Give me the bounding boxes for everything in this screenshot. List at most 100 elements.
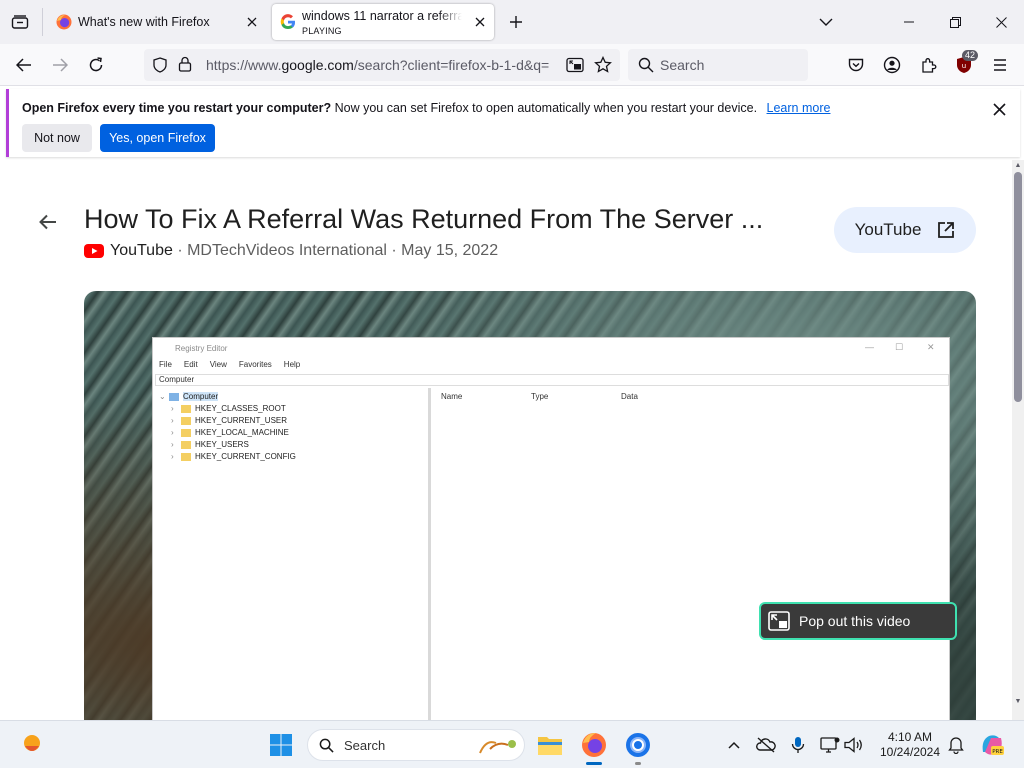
regedit-menu-item: Help <box>283 360 301 369</box>
regedit-minimize-icon: — <box>865 342 874 352</box>
regedit-key: › HKEY_CURRENT_CONFIG <box>171 452 296 461</box>
video-title[interactable]: How To Fix A Referral Was Returned From … <box>84 204 763 235</box>
video-channel: MDTechVideos International <box>187 242 387 259</box>
windows-taskbar: Search 4:10 AM 10/24/2024 PRE <box>0 720 1024 768</box>
navigation-toolbar: https://www.google.com/search?client=fir… <box>0 44 1024 86</box>
regedit-column-header: Type <box>531 392 549 401</box>
regedit-column-header: Data <box>621 392 638 401</box>
start-button[interactable] <box>267 731 295 759</box>
tab-title: windows 11 narrator a referral was <box>302 9 462 23</box>
tab-separator <box>42 8 43 36</box>
google-icon <box>280 14 296 30</box>
microphone-icon[interactable] <box>784 731 812 759</box>
chrome-running-indicator <box>635 762 641 765</box>
regedit-menu-item: Favorites <box>238 360 272 369</box>
reload-button[interactable] <box>81 50 111 80</box>
pop-out-video-button[interactable]: Pop out this video <box>759 602 957 640</box>
chevron-down-icon[interactable] <box>812 8 840 36</box>
regedit-close-icon: ✕ <box>927 342 935 352</box>
chevron-up-icon[interactable] <box>720 731 748 759</box>
taskbar-clock[interactable]: 4:10 AM 10/24/2024 <box>868 730 952 760</box>
tab-google-search[interactable]: windows 11 narrator a referral was PLAYI… <box>272 4 494 40</box>
firefox-taskbar-icon[interactable] <box>580 731 608 759</box>
file-explorer-icon[interactable] <box>536 731 564 759</box>
pop-out-label: Pop out this video <box>799 613 911 629</box>
not-now-button[interactable]: Not now <box>22 124 92 152</box>
close-icon[interactable] <box>989 99 1009 119</box>
svg-text:u: u <box>962 62 966 70</box>
shield-icon[interactable] <box>152 57 168 78</box>
notification-text: Now you can set Firefox to open automati… <box>334 101 758 115</box>
account-icon[interactable] <box>877 50 907 80</box>
minimize-button[interactable] <box>886 0 932 44</box>
back-button[interactable] <box>9 50 39 80</box>
video-player[interactable]: Registry Editor — ☐ ✕ File Edit View Fav… <box>84 291 976 720</box>
page-scrollbar[interactable]: ▲ ▼ <box>1012 160 1024 720</box>
video-date: May 15, 2022 <box>401 242 499 259</box>
close-icon[interactable] <box>244 14 260 30</box>
regedit-key: › HKEY_CLASSES_ROOT <box>171 404 286 413</box>
video-meta: YouTube · MDTechVideos International · M… <box>84 242 498 260</box>
scroll-down-arrow-icon[interactable]: ▼ <box>1014 698 1022 706</box>
playing-label: PLAYING <box>302 26 342 36</box>
forward-button[interactable] <box>45 50 75 80</box>
new-tab-button[interactable] <box>502 8 530 36</box>
regedit-key: › HKEY_LOCAL_MACHINE <box>171 428 289 437</box>
app-menu-icon[interactable] <box>985 50 1015 80</box>
pocket-icon[interactable] <box>841 50 871 80</box>
meta-separator: · <box>172 242 188 259</box>
regedit-tree: ⌄ Computer › HKEY_CLASSES_ROOT › HKEY_CURRE… <box>155 388 431 720</box>
copilot-icon[interactable]: PRE <box>978 731 1006 759</box>
regedit-menu-item: Edit <box>183 360 198 369</box>
regedit-root-node: ⌄ Computer <box>159 392 219 401</box>
youtube-logo-icon <box>84 244 104 258</box>
lock-icon[interactable] <box>178 56 192 77</box>
weather-widget-icon[interactable] <box>18 731 46 759</box>
scroll-up-arrow-icon[interactable]: ▲ <box>1014 162 1022 170</box>
tab-overview-icon[interactable] <box>6 8 34 36</box>
extension-badge: 42 <box>962 50 979 61</box>
regedit-title: Registry Editor <box>175 344 228 353</box>
regedit-column-header: Name <box>441 392 463 401</box>
yes-open-firefox-button[interactable]: Yes, open Firefox <box>100 124 215 152</box>
back-arrow-icon[interactable] <box>34 208 62 236</box>
chrome-taskbar-icon[interactable] <box>624 731 652 759</box>
taskbar-search[interactable]: Search <box>307 729 525 761</box>
close-window-button[interactable] <box>978 0 1024 44</box>
learn-more-link[interactable]: Learn more <box>767 101 831 115</box>
tab-whats-new[interactable]: What's new with Firefox <box>48 4 266 40</box>
address-bar[interactable]: https://www.google.com/search?client=fir… <box>144 49 620 81</box>
open-youtube-button[interactable]: YouTube <box>834 207 976 253</box>
svg-text:PRE: PRE <box>992 749 1003 755</box>
close-icon[interactable] <box>472 14 488 30</box>
volume-icon[interactable] <box>840 731 868 759</box>
meta-separator: · <box>386 242 402 259</box>
regedit-key: › HKEY_USERS <box>171 440 249 449</box>
search-placeholder: Search <box>660 57 705 73</box>
regedit-menu-item: View <box>209 360 227 369</box>
clock-date: 10/24/2024 <box>879 745 941 759</box>
url-text[interactable]: https://www.google.com/search?client=fir… <box>206 57 556 73</box>
regedit-maximize-icon: ☐ <box>895 342 904 352</box>
tab-title: What's new with Firefox <box>78 15 210 29</box>
search-highlight-icon <box>476 735 520 762</box>
external-link-icon <box>938 222 955 238</box>
scrollbar-thumb[interactable] <box>1014 172 1022 402</box>
regedit-key: › HKEY_CURRENT_USER <box>171 416 288 425</box>
firefox-active-indicator <box>586 762 602 765</box>
extensions-icon[interactable] <box>913 50 943 80</box>
taskbar-search-label: Search <box>344 738 386 753</box>
restore-button[interactable] <box>932 0 978 44</box>
bookmark-star-icon[interactable] <box>594 55 612 79</box>
open-youtube-label: YouTube <box>854 220 922 239</box>
search-bar[interactable]: Search <box>628 49 808 81</box>
regedit-menu: File Edit View Favorites Help <box>159 360 300 369</box>
notification-bold-text: Open Firefox every time you restart your… <box>22 101 332 115</box>
regedit-address: Computer <box>155 374 949 386</box>
picture-in-picture-icon[interactable] <box>566 57 584 78</box>
picture-in-picture-icon <box>768 611 790 631</box>
notification-bell-icon[interactable] <box>942 731 970 759</box>
onedrive-paused-icon[interactable] <box>752 731 780 759</box>
clock-time: 4:10 AM <box>887 730 933 744</box>
regedit-menu-item: File <box>159 360 172 369</box>
